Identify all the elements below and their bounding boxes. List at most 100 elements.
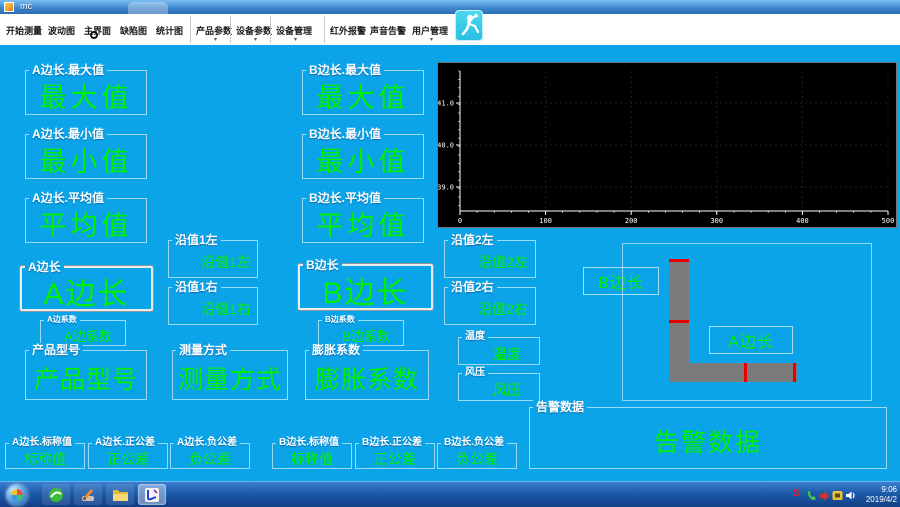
tray-app-icon[interactable]: [832, 490, 843, 501]
svg-text:200: 200: [625, 217, 638, 225]
paint-brush-icon: [80, 487, 96, 503]
radio-indicator[interactable]: [90, 31, 98, 39]
panel-b-min: B边长.最小值 最小值: [302, 134, 424, 179]
taskbar-app-green-globe[interactable]: [42, 484, 70, 505]
panel-a-coef-value: A边系数: [41, 321, 125, 345]
red-mark-bottom-mid: [744, 363, 747, 382]
panel-a-nominal: A边长.标称值 标称值: [5, 443, 85, 469]
svg-text:400: 400: [796, 217, 809, 225]
menu-item-stats-chart[interactable]: 统计图: [156, 24, 183, 37]
app-logo-button[interactable]: [455, 10, 483, 41]
tray-sogou-icon[interactable]: S: [793, 488, 800, 499]
svg-text:300: 300: [710, 217, 723, 225]
panel-edge1-right: 沿值1右 沿值1右: [168, 287, 258, 325]
panel-a-nominal-value: 标称值: [6, 444, 84, 468]
panel-b-neg-tolerance-value: 负公差: [438, 444, 516, 468]
chevron-down-icon[interactable]: ▾: [254, 36, 257, 43]
panel-a-max: A边长.最大值 最大值: [25, 70, 147, 115]
panel-a-avg: A边长.平均值 平均值: [25, 198, 147, 243]
panel-b-neg-tolerance: B边长.负公差 负公差: [437, 443, 517, 469]
b-length-button[interactable]: B边长 B边长: [298, 264, 433, 310]
svg-text:41.0: 41.0: [438, 100, 454, 108]
diagram-a-length-label: A边长: [709, 326, 793, 354]
taskbar: S 9:06 2019/4/2: [0, 481, 900, 507]
panel-edge2-right-value: 沿值2右: [445, 288, 535, 324]
svg-text:100: 100: [539, 217, 552, 225]
panel-b-avg-value: 平均值: [303, 199, 423, 242]
panel-a-max-value: 最大值: [26, 71, 146, 114]
tray-arrow-icon[interactable]: [819, 490, 830, 501]
panel-a-avg-value: 平均值: [26, 199, 146, 242]
panel-edge2-left: 沿值2左 沿值2左: [444, 240, 536, 278]
panel-b-max: B边长.最大值 最大值: [302, 70, 424, 115]
menu-item-infrared-alarm[interactable]: 红外报警: [330, 24, 366, 37]
panel-b-avg: B边长.平均值 平均值: [302, 198, 424, 243]
menu-item-sound-alarm[interactable]: 声音告警: [370, 24, 406, 37]
menu-separator: [324, 16, 325, 43]
clock-date: 2019/4/2: [866, 495, 897, 505]
panel-b-pos-tolerance-value: 正公差: [356, 444, 434, 468]
window-title: mc: [20, 1, 32, 11]
green-globe-icon: [48, 487, 64, 503]
panel-a-min: A边长.最小值 最小值: [25, 134, 147, 179]
a-length-button[interactable]: A边长 A边长: [20, 266, 153, 311]
menu-item-wave-chart[interactable]: 波动图: [48, 24, 75, 37]
menubar: 开始测量 波动图 主界面 缺陷图 统计图 产品参数 设备参数 设备管理 红外报警…: [0, 14, 900, 45]
panel-product-model: 产品型号 产品型号: [25, 350, 147, 400]
panel-edge1-left-value: 沿值1左: [169, 241, 257, 277]
panel-edge2-left-value: 沿值2左: [445, 241, 535, 277]
panel-alarm-data: 告警数据 告警数据: [529, 407, 887, 469]
panel-b-nominal-value: 标称值: [273, 444, 351, 468]
b-length-button-value: B边长: [300, 266, 431, 308]
chevron-down-icon[interactable]: ▾: [214, 36, 217, 43]
panel-product-model-value: 产品型号: [26, 351, 146, 399]
clock-time: 9:06: [866, 485, 897, 495]
panel-expansion-coef-value: 膨胀系数: [306, 351, 428, 399]
menu-item-start-measure[interactable]: 开始测量: [6, 24, 42, 37]
titlebar: mc: [0, 0, 900, 14]
panel-measure-mode: 测量方式 测量方式: [172, 350, 288, 400]
taskbar-app-folder[interactable]: [106, 484, 134, 505]
tray-phone-icon[interactable]: [806, 490, 817, 501]
red-mark-bottom-end: [793, 363, 796, 382]
a-length-button-value: A边长: [22, 268, 151, 309]
panel-b-coef-value: B边系数: [319, 321, 403, 345]
svg-text:39.0: 39.0: [438, 184, 454, 192]
panel-wind-pressure: 风压 风压: [458, 373, 540, 401]
diagram-a-length-text: A边长: [728, 328, 774, 352]
chevron-down-icon[interactable]: ▾: [294, 36, 297, 43]
trend-chart: 010020030040050041.040.039.0: [437, 62, 897, 228]
panel-a-pos-tolerance: A边长.正公差 正公差: [88, 443, 168, 469]
panel-b-min-value: 最小值: [303, 135, 423, 178]
panel-wind-pressure-value: 风压: [459, 374, 539, 400]
cad-app-icon: [144, 487, 160, 503]
svg-text:500: 500: [882, 217, 895, 225]
menu-separator: [270, 16, 271, 43]
panel-a-neg-tolerance-value: 负公差: [171, 444, 249, 468]
panel-temperature: 温度 温度: [458, 337, 540, 365]
panel-a-pos-tolerance-value: 正公差: [89, 444, 167, 468]
tray-speaker-icon[interactable]: [845, 490, 857, 501]
panel-a-neg-tolerance: A边长.负公差 负公差: [170, 443, 250, 469]
panel-temperature-value: 温度: [459, 338, 539, 364]
panel-expansion-coef: 膨胀系数 膨胀系数: [305, 350, 429, 400]
panel-b-max-value: 最大值: [303, 71, 423, 114]
menu-separator: [230, 16, 231, 43]
menu-item-defect-chart[interactable]: 缺陷图: [120, 24, 147, 37]
main-window: mc 开始测量 波动图 主界面 缺陷图 统计图 产品参数 设备参数 设备管理 红…: [0, 0, 900, 507]
red-mark-middle: [669, 320, 689, 323]
skater-icon: [455, 10, 483, 41]
titlebar-tab: [128, 2, 168, 14]
taskbar-clock[interactable]: 9:06 2019/4/2: [866, 485, 897, 505]
profile-diagram: A边长: [622, 243, 872, 401]
taskbar-app-paint[interactable]: [74, 484, 102, 505]
taskbar-app-mc-active[interactable]: [138, 484, 166, 505]
windows-logo-icon: [11, 489, 23, 501]
panel-b-nominal: B边长.标称值 标称值: [272, 443, 352, 469]
panel-edge1-left: 沿值1左 沿值1左: [168, 240, 258, 278]
panel-b-pos-tolerance: B边长.正公差 正公差: [355, 443, 435, 469]
chevron-down-icon[interactable]: ▾: [430, 36, 433, 43]
panel-measure-mode-value: 测量方式: [173, 351, 287, 399]
window-icon: [4, 2, 14, 12]
start-button[interactable]: [6, 484, 28, 506]
